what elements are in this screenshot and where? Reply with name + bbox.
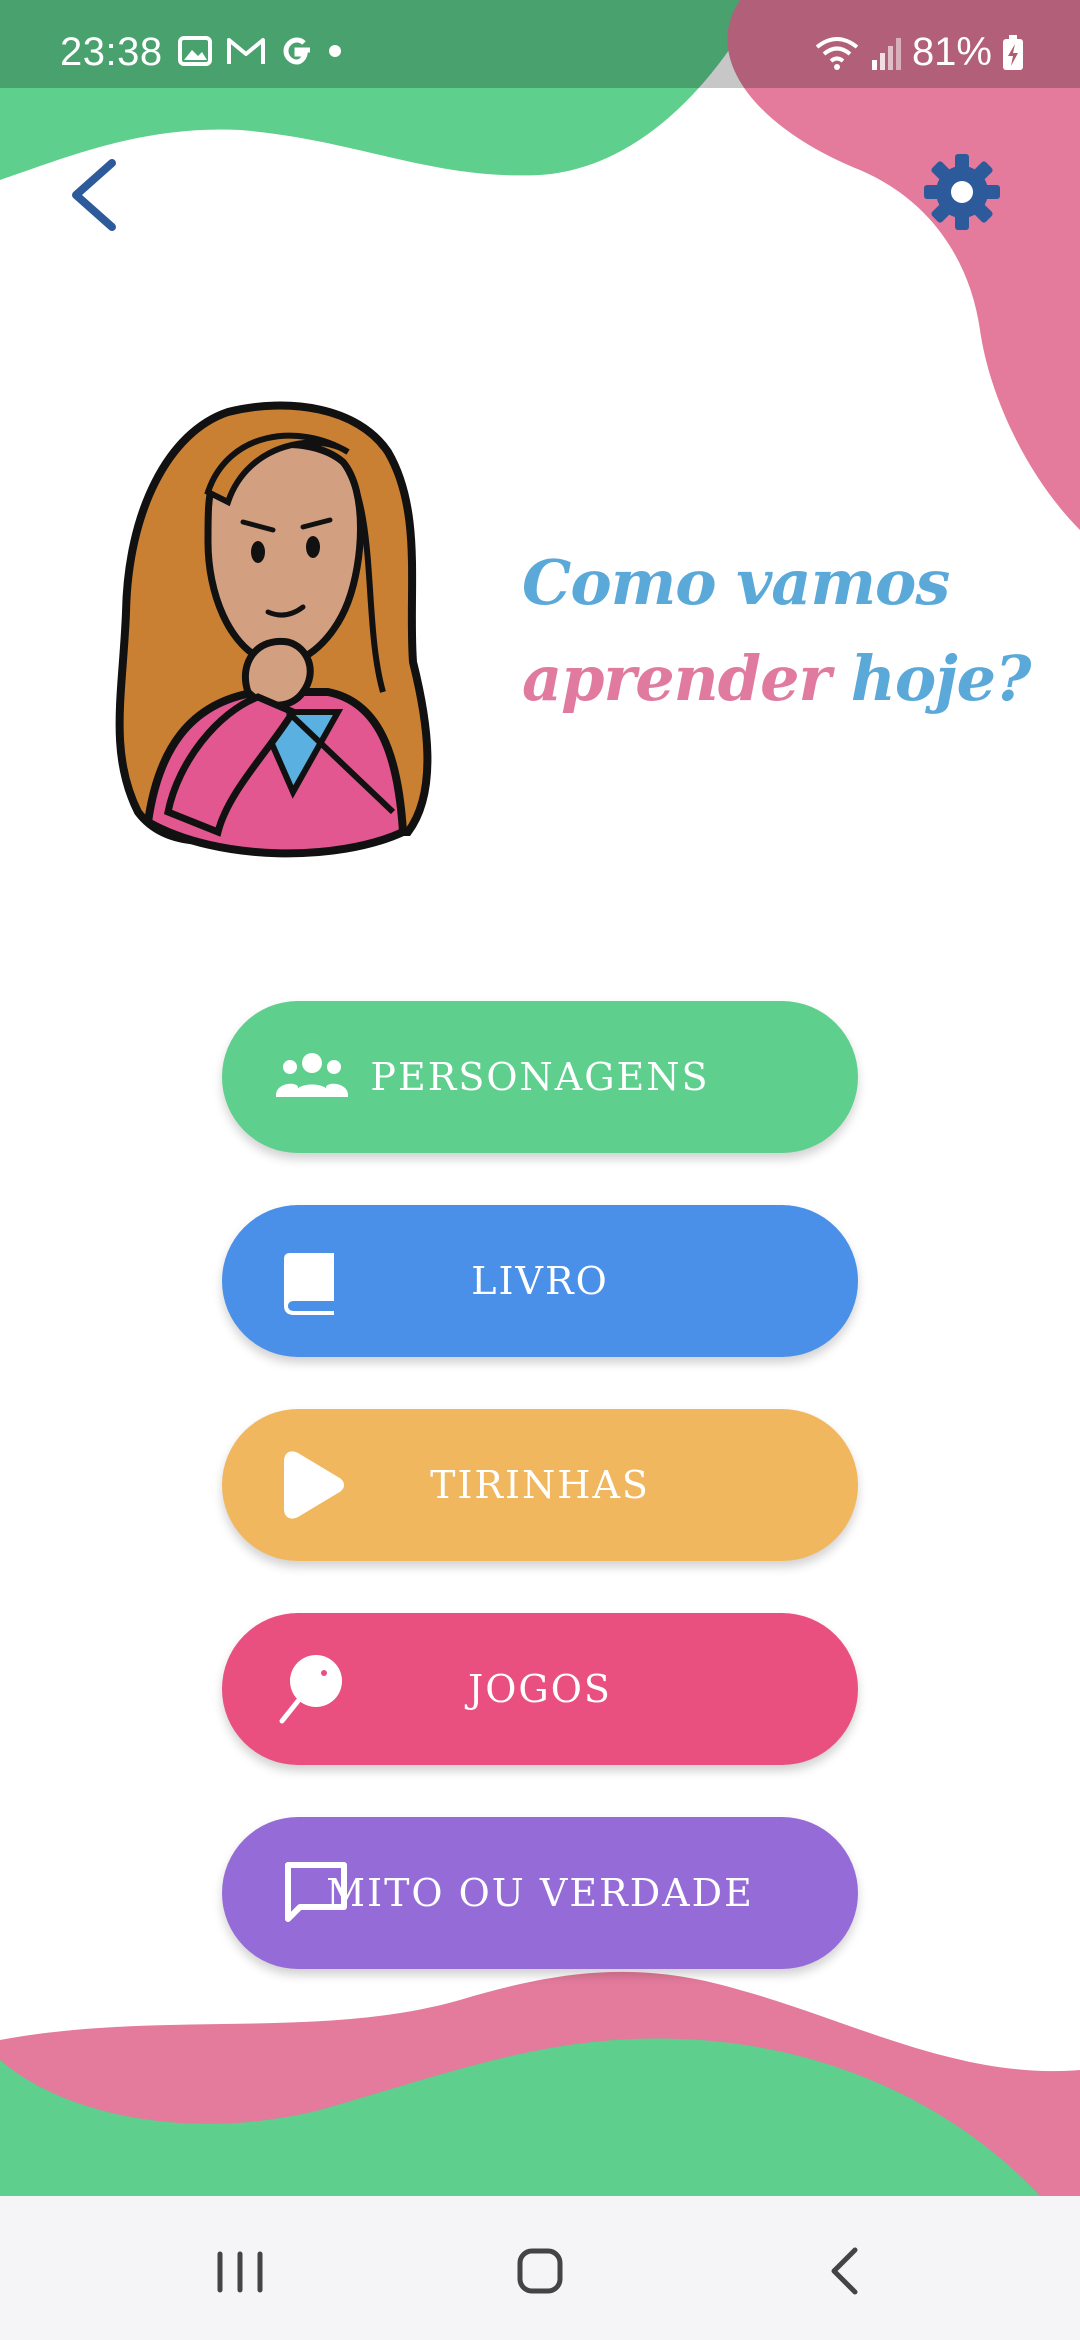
gear-icon <box>924 154 1000 230</box>
wifi-icon <box>815 36 859 70</box>
livro-button[interactable]: LIVRO <box>222 1205 858 1357</box>
mito-ou-verdade-label: MITO OU VERDADE <box>326 1871 754 1915</box>
status-right: 81% <box>814 30 1024 75</box>
tirinhas-label: TIRINHAS <box>430 1463 650 1507</box>
gallery-icon <box>178 36 212 66</box>
headline-line1: Como vamos <box>522 546 950 619</box>
system-nav-bar <box>0 2196 1080 2340</box>
home-icon[interactable] <box>505 2236 575 2306</box>
jogos-button[interactable]: JOGOS <box>222 1613 858 1765</box>
google-icon <box>283 37 310 65</box>
headline-word-aprender: aprender <box>522 642 831 715</box>
battery-charging-icon <box>1003 34 1023 70</box>
livro-label: LIVRO <box>471 1259 609 1303</box>
personagens-label: PERSONAGENS <box>370 1055 710 1099</box>
signal-icon <box>871 37 901 70</box>
headline: Como vamos aprender hoje? <box>522 535 1032 727</box>
settings-button[interactable] <box>922 152 1002 232</box>
recent-apps-icon[interactable] <box>205 2236 275 2306</box>
headline-word-hoje: hoje? <box>850 642 1032 715</box>
background-waves <box>0 0 1080 2196</box>
back-button[interactable] <box>62 155 132 235</box>
group-icon <box>276 1053 348 1097</box>
thinking-girl-illustration <box>115 401 432 858</box>
dot-icon <box>329 45 341 57</box>
chevron-left-icon <box>72 159 116 231</box>
battery-percent: 81% <box>911 30 992 74</box>
gmail-icon <box>227 38 265 64</box>
mito-ou-verdade-button[interactable]: MITO OU VERDADE <box>222 1817 858 1969</box>
lollipop-icon <box>279 1655 342 1724</box>
status-bar: 23:38 81% <box>0 0 1080 88</box>
back-icon[interactable] <box>810 2236 880 2306</box>
status-time: 23:38 <box>60 30 163 74</box>
notification-icons <box>178 34 342 68</box>
tirinhas-button[interactable]: TIRINHAS <box>222 1409 858 1561</box>
personagens-button[interactable]: PERSONAGENS <box>222 1001 858 1153</box>
jogos-label: JOGOS <box>468 1667 612 1711</box>
book-icon <box>284 1253 334 1315</box>
play-icon <box>284 1451 344 1519</box>
